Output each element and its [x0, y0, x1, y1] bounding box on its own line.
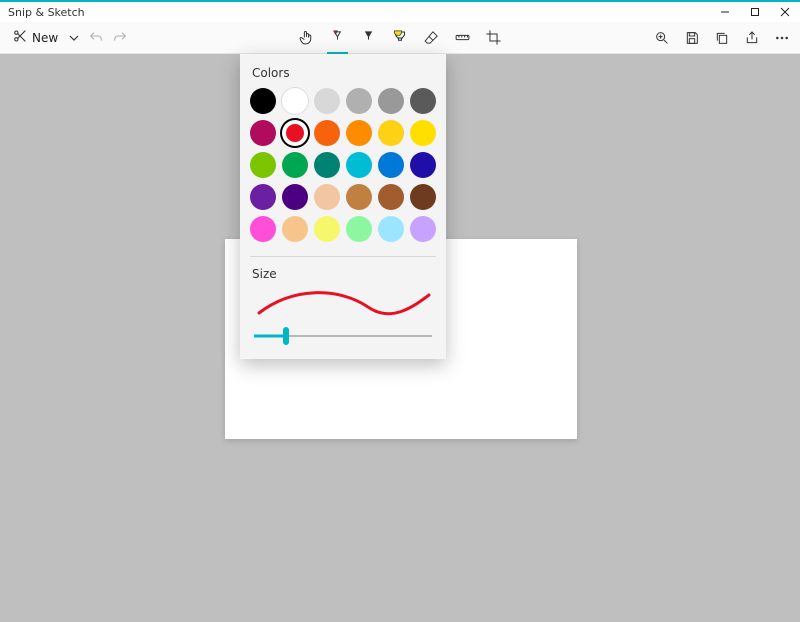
close-button[interactable] — [770, 2, 800, 22]
scissors-icon — [12, 28, 28, 47]
share-button[interactable] — [742, 28, 762, 48]
pen-color-indicator-icon — [327, 27, 344, 44]
highlighter-button[interactable] — [389, 27, 411, 49]
color-swatch[interactable] — [250, 120, 276, 146]
color-swatch[interactable] — [346, 88, 372, 114]
color-swatch[interactable] — [410, 184, 436, 210]
color-swatch[interactable] — [410, 120, 436, 146]
color-swatch-grid — [250, 88, 436, 242]
color-swatch[interactable] — [250, 152, 276, 178]
pen-options-popover: Colors Size — [240, 54, 446, 359]
color-swatch[interactable] — [314, 184, 340, 210]
ruler-button[interactable] — [452, 27, 473, 48]
app-title: Snip & Sketch — [8, 6, 85, 19]
size-label: Size — [252, 267, 436, 281]
stroke-preview-icon — [253, 289, 433, 319]
color-swatch[interactable] — [314, 216, 340, 242]
copy-button[interactable] — [712, 28, 732, 48]
color-swatch[interactable] — [378, 88, 404, 114]
colors-label: Colors — [252, 66, 436, 80]
color-swatch[interactable] — [314, 88, 340, 114]
color-swatch[interactable] — [282, 152, 308, 178]
color-swatch[interactable] — [410, 216, 436, 242]
color-swatch[interactable] — [250, 88, 276, 114]
popover-divider — [250, 256, 436, 257]
zoom-button[interactable] — [652, 28, 672, 48]
color-swatch[interactable] — [378, 120, 404, 146]
color-swatch[interactable] — [410, 88, 436, 114]
undo-button[interactable] — [86, 28, 106, 48]
titlebar: Snip & Sketch — [0, 0, 800, 22]
touch-writing-button[interactable] — [296, 27, 317, 48]
size-slider[interactable] — [254, 329, 432, 343]
slider-track-active — [254, 335, 286, 338]
canvas-area: Colors Size — [0, 54, 800, 622]
maximize-button[interactable] — [740, 2, 770, 22]
new-button-label: New — [32, 31, 58, 45]
color-swatch[interactable] — [346, 120, 372, 146]
color-swatch[interactable] — [314, 152, 340, 178]
crop-button[interactable] — [483, 27, 504, 48]
save-button[interactable] — [682, 28, 702, 48]
eraser-button[interactable] — [421, 27, 442, 48]
color-swatch[interactable] — [282, 88, 308, 114]
minimize-button[interactable] — [710, 2, 740, 22]
more-button[interactable] — [772, 28, 792, 48]
color-swatch[interactable] — [282, 216, 308, 242]
color-swatch[interactable] — [346, 216, 372, 242]
color-swatch[interactable] — [282, 184, 308, 210]
pencil-button[interactable] — [358, 27, 379, 48]
window-controls — [710, 2, 800, 22]
color-swatch[interactable] — [346, 152, 372, 178]
slider-thumb[interactable] — [283, 327, 289, 345]
color-swatch[interactable] — [378, 216, 404, 242]
color-swatch[interactable] — [378, 184, 404, 210]
redo-button[interactable] — [110, 28, 130, 48]
new-snip-dropdown[interactable] — [66, 30, 82, 46]
color-swatch[interactable] — [410, 152, 436, 178]
highlighter-color-indicator-icon — [389, 27, 407, 45]
color-swatch[interactable] — [250, 216, 276, 242]
color-swatch[interactable] — [378, 152, 404, 178]
color-swatch[interactable] — [346, 184, 372, 210]
color-swatch[interactable] — [282, 120, 308, 146]
color-swatch[interactable] — [314, 120, 340, 146]
new-snip-button[interactable]: New — [8, 25, 62, 50]
color-swatch[interactable] — [250, 184, 276, 210]
toolbar: New — [0, 22, 800, 54]
ballpoint-pen-button[interactable] — [327, 27, 348, 48]
